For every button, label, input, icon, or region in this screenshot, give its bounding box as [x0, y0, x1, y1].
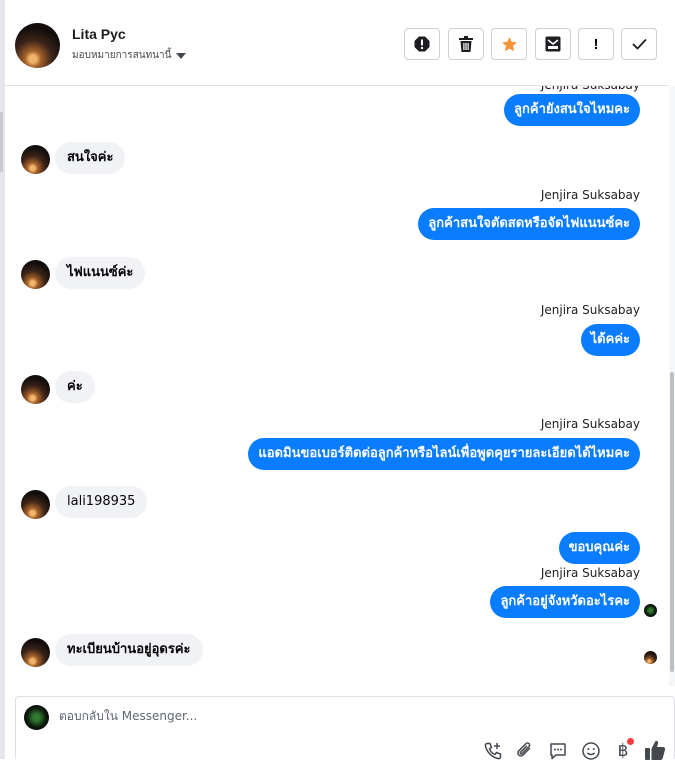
message-thread[interactable]: Jenjira Suksabay ลูกค้ายังสนใจไหมคะ สนใจ…: [5, 86, 669, 686]
incoming-message[interactable]: ทะเบียนบ้านอยู่อุดรค่ะ: [55, 634, 203, 666]
reply-input[interactable]: [59, 709, 619, 723]
incoming-message[interactable]: สนใจค่ะ: [55, 142, 126, 174]
spam-icon: [414, 36, 430, 52]
outgoing-message[interactable]: ขอบคุณค่ะ: [558, 532, 640, 564]
caret-down-icon: [176, 52, 187, 59]
outgoing-message[interactable]: ได้คค่ะ: [580, 324, 640, 356]
mark-done-button[interactable]: [621, 28, 657, 60]
assign-conversation-label: มอบหมายการสนทนานี้: [72, 50, 172, 61]
contact-name[interactable]: Lita Pyc: [72, 26, 126, 42]
contact-avatar-small: [21, 260, 50, 289]
thumbs-up-icon[interactable]: [644, 739, 666, 761]
contact-avatar-small: [21, 375, 50, 404]
contact-avatar-small: [21, 145, 50, 174]
contact-avatar[interactable]: [15, 23, 60, 68]
trash-icon: [459, 36, 473, 52]
outgoing-message[interactable]: ลูกค้าอยู่จังหวัดอะไรคะ: [490, 586, 640, 618]
sender-name: Jenjira Suksabay: [540, 417, 640, 431]
sender-name: Jenjira Suksabay: [540, 188, 640, 202]
notification-dot: [627, 738, 634, 745]
call-add-icon[interactable]: [483, 741, 503, 761]
outgoing-message[interactable]: ลูกค้าสนใจตัดสดหรือจัดไฟแนนซ์คะ: [418, 208, 640, 240]
conversation-header: Lita Pyc มอบหมายการสนทนานี้ !: [5, 6, 669, 86]
incoming-message[interactable]: ไฟแนนซ์ค่ะ: [55, 257, 146, 289]
thread-scrollbar-thumb[interactable]: [670, 372, 674, 672]
contact-avatar-small: [21, 490, 50, 519]
saved-reply-icon[interactable]: [548, 741, 568, 761]
attachment-icon[interactable]: [515, 741, 535, 761]
incoming-message[interactable]: lali198935: [55, 486, 148, 518]
admin-seen-indicator: [644, 604, 657, 617]
contact-avatar-small: [21, 638, 50, 667]
archive-button[interactable]: [535, 28, 571, 60]
page-avatar: [24, 705, 49, 730]
left-panel-scroll-marker: [0, 112, 3, 172]
reply-composer: ฿: [15, 696, 675, 761]
outgoing-message[interactable]: แอดมินขอเบอร์ติดต่อลูกค้าหรือไลน์เพื่อพู…: [248, 438, 640, 470]
delete-button[interactable]: [448, 28, 484, 60]
assign-conversation-dropdown[interactable]: มอบหมายการสนทนานี้: [72, 48, 187, 63]
sender-name: Jenjira Suksabay: [540, 303, 640, 317]
check-icon: [631, 38, 647, 50]
emoji-icon[interactable]: [581, 741, 601, 761]
star-icon: [501, 36, 517, 51]
sender-name-clipped: Jenjira Suksabay: [541, 86, 640, 92]
outgoing-message[interactable]: ลูกค้ายังสนใจไหมคะ: [504, 94, 640, 126]
star-button[interactable]: [491, 28, 527, 60]
mark-spam-button[interactable]: [404, 28, 440, 60]
exclamation-icon: !: [593, 35, 599, 53]
incoming-message[interactable]: ค่ะ: [55, 371, 95, 403]
archive-icon: [545, 36, 561, 52]
contact-seen-indicator: [644, 651, 657, 664]
sender-name: Jenjira Suksabay: [540, 566, 640, 580]
follow-up-button[interactable]: !: [578, 28, 614, 60]
